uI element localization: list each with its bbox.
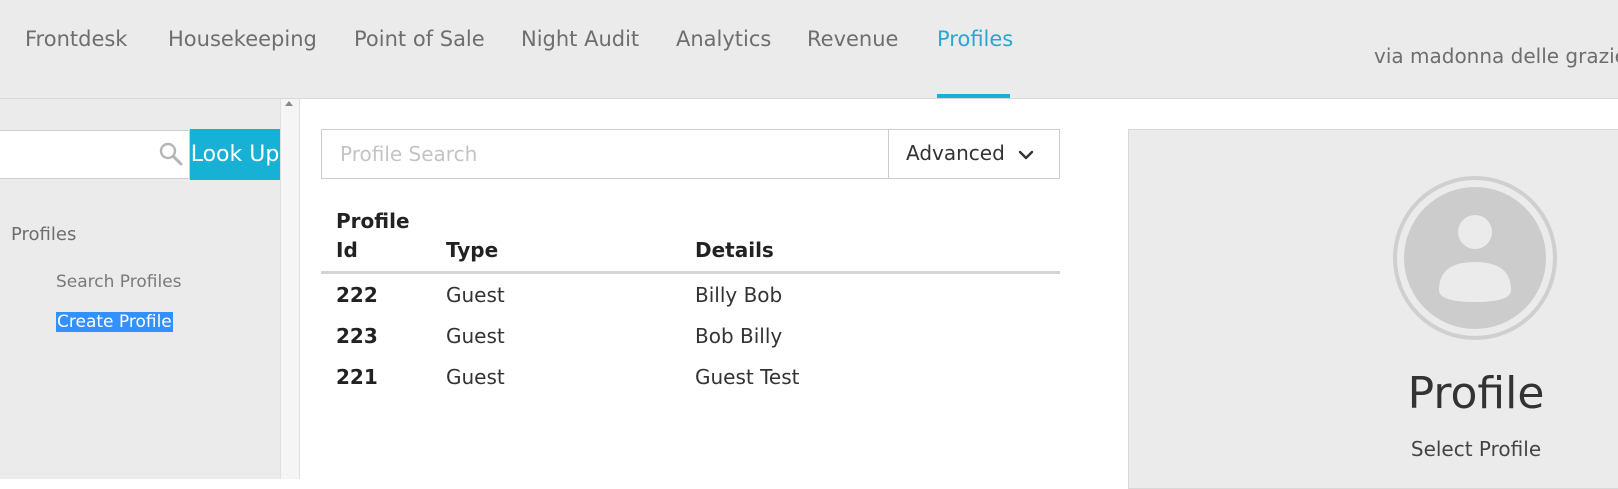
table-row[interactable]: 223 Guest Bob Billy — [321, 316, 1060, 356]
cell-type: Guest — [446, 365, 505, 389]
nav-item-housekeeping[interactable]: Housekeeping — [168, 24, 317, 54]
table-row[interactable]: 221 Guest Guest Test — [321, 357, 1060, 397]
nav-item-profiles[interactable]: Profiles — [937, 24, 1013, 54]
nav-item-point-of-sale[interactable]: Point of Sale — [354, 24, 485, 54]
cell-details: Guest Test — [695, 365, 800, 389]
profile-subtitle: Select Profile — [1410, 437, 1542, 461]
cell-type: Guest — [446, 283, 505, 307]
advanced-dropdown[interactable]: Advanced — [888, 129, 1060, 179]
sidebar-scrollbar[interactable] — [280, 99, 300, 479]
cell-details: Billy Bob — [695, 283, 783, 307]
hotel-name: via madonna delle grazie — [1374, 44, 1618, 68]
look-up-button[interactable]: Look Up — [190, 129, 280, 180]
nav-item-frontdesk[interactable]: Frontdesk — [25, 24, 127, 54]
column-header-type[interactable]: Type — [446, 236, 498, 265]
chevron-down-icon — [1018, 150, 1034, 160]
cell-profile-id: 222 — [336, 283, 378, 307]
search-icon[interactable] — [158, 141, 184, 167]
column-header-profile-id-line1: Profile — [336, 209, 410, 233]
column-header-profile-id[interactable]: Profile Id — [336, 207, 410, 265]
sidebar-link-create-profile[interactable]: Create Profile — [56, 312, 173, 332]
cell-details: Bob Billy — [695, 324, 783, 348]
sidebar-link-search-profiles[interactable]: Search Profiles — [56, 272, 182, 292]
column-header-profile-id-line2: Id — [336, 238, 358, 262]
cell-profile-id: 223 — [336, 324, 378, 348]
cell-type: Guest — [446, 324, 505, 348]
table-row[interactable]: 222 Guest Billy Bob — [321, 275, 1060, 315]
sidebar-heading-profiles[interactable]: Profiles — [11, 224, 76, 245]
advanced-label: Advanced — [906, 141, 1005, 165]
column-header-details[interactable]: Details — [695, 236, 774, 265]
user-avatar-icon — [1393, 176, 1557, 340]
nav-item-night-audit[interactable]: Night Audit — [521, 24, 639, 54]
top-navigation: Frontdesk Housekeeping Point of Sale Nig… — [0, 0, 1618, 99]
profile-search-input[interactable] — [321, 129, 889, 179]
nav-item-revenue[interactable]: Revenue — [807, 24, 898, 54]
active-tab-indicator — [937, 94, 1010, 98]
profile-title: Profile — [1407, 368, 1545, 419]
cell-profile-id: 221 — [336, 365, 378, 389]
header-divider — [321, 271, 1060, 274]
nav-item-analytics[interactable]: Analytics — [676, 24, 771, 54]
scroll-up-arrow-icon[interactable] — [285, 101, 293, 106]
